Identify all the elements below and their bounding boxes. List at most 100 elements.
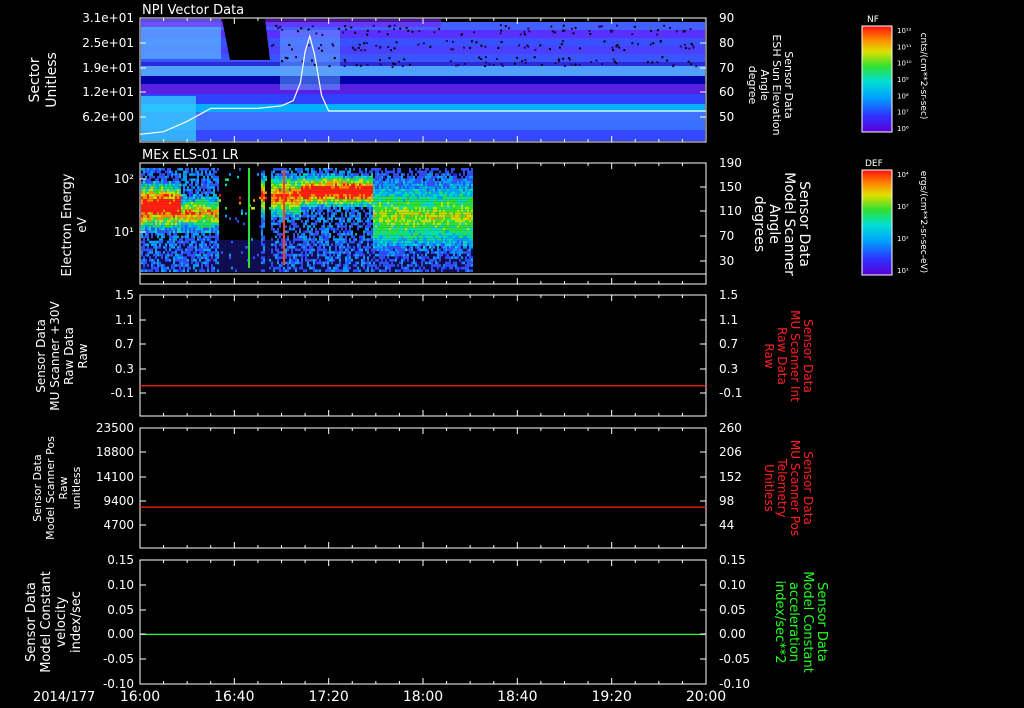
els-cell [173, 173, 175, 176]
els-cell [373, 178, 375, 181]
els-cell [453, 217, 455, 220]
els-cell [365, 246, 367, 249]
els-cell [203, 196, 205, 200]
els-cell [163, 209, 165, 213]
els-cell [145, 188, 147, 192]
els-cell [421, 207, 423, 210]
els-cell [155, 227, 157, 231]
els-cell [389, 227, 391, 231]
npi-speckle [574, 63, 577, 66]
els-cell [383, 217, 385, 220]
els-cell [451, 230, 453, 233]
npi-speckle [516, 56, 519, 59]
els-cell [323, 178, 325, 181]
els-cell [451, 191, 453, 194]
els-cell [281, 194, 283, 197]
els-cell [359, 168, 361, 171]
els-cell [295, 238, 297, 241]
els-cell [375, 259, 377, 262]
els-cell [469, 181, 471, 184]
els-cell [471, 168, 473, 171]
els-cell [405, 209, 407, 213]
els-cell [351, 217, 353, 220]
els-cell [383, 243, 385, 246]
els-cell [279, 264, 281, 267]
els-cell [153, 214, 155, 218]
els-cell [377, 168, 379, 171]
els-cell [147, 227, 149, 231]
els-cell [347, 259, 349, 262]
els-cell [439, 256, 441, 259]
els-cell [429, 181, 431, 184]
els-cell [397, 199, 399, 202]
els-cell [431, 196, 433, 200]
els-cell [147, 253, 149, 257]
els-cell [277, 212, 279, 215]
els-cell [297, 191, 299, 194]
els-cell [159, 188, 161, 192]
els-cell [375, 246, 377, 249]
els-cell [187, 240, 189, 244]
els-cell [411, 220, 413, 223]
els-cell [459, 207, 461, 210]
els-cell [459, 238, 461, 241]
els-cell [273, 230, 275, 233]
els-cell [401, 183, 403, 187]
els-cell [187, 209, 189, 213]
els-cell [351, 230, 353, 233]
els-cell [417, 217, 419, 220]
els-cell [331, 194, 333, 197]
els-cell [433, 183, 435, 187]
els-cell [153, 181, 155, 184]
els-cell [419, 243, 421, 246]
npi-speckle [523, 30, 526, 33]
els-cell [211, 222, 213, 226]
els-cell [447, 238, 449, 241]
els-cell [173, 261, 175, 265]
els-cell [407, 264, 409, 267]
els-cell [379, 214, 381, 218]
els-cell [367, 225, 369, 228]
els-cell [391, 225, 393, 228]
els-cell [261, 188, 263, 192]
els-cell [343, 240, 345, 244]
els-cell [261, 175, 263, 179]
els-cell [209, 181, 211, 184]
els-cell [141, 225, 143, 228]
els-cell [203, 204, 205, 207]
els-cell [141, 183, 143, 187]
els-cell [141, 194, 143, 197]
els-cell [409, 191, 411, 194]
els-cell [291, 243, 293, 246]
els-cell [203, 248, 205, 252]
els-cell [385, 196, 387, 200]
els-cell [399, 209, 401, 213]
els-cell [361, 264, 363, 267]
els-cell [303, 238, 305, 241]
npi-speckle [333, 57, 336, 60]
els-cell [203, 225, 205, 228]
els-cell [273, 222, 275, 226]
npi-speckle [558, 46, 561, 49]
els-cell [313, 243, 315, 246]
els-cell [169, 199, 171, 202]
els-cell [339, 183, 341, 187]
els-cell [401, 175, 403, 179]
els-cell [287, 183, 289, 187]
els-cell [407, 175, 409, 179]
els-cell [181, 183, 183, 187]
els-cell [179, 259, 181, 262]
els-cell [207, 253, 209, 257]
els-cell [417, 201, 419, 205]
els-cell [385, 170, 387, 174]
els-cell [151, 199, 153, 202]
els-cell [355, 209, 357, 213]
els-cell [183, 220, 185, 223]
els-cell [325, 175, 327, 179]
els-cell [353, 209, 355, 213]
els-cell [185, 230, 187, 233]
els-cell [425, 240, 427, 244]
els-cell [145, 269, 147, 272]
els-cell [437, 233, 439, 236]
els-cell [285, 269, 287, 272]
